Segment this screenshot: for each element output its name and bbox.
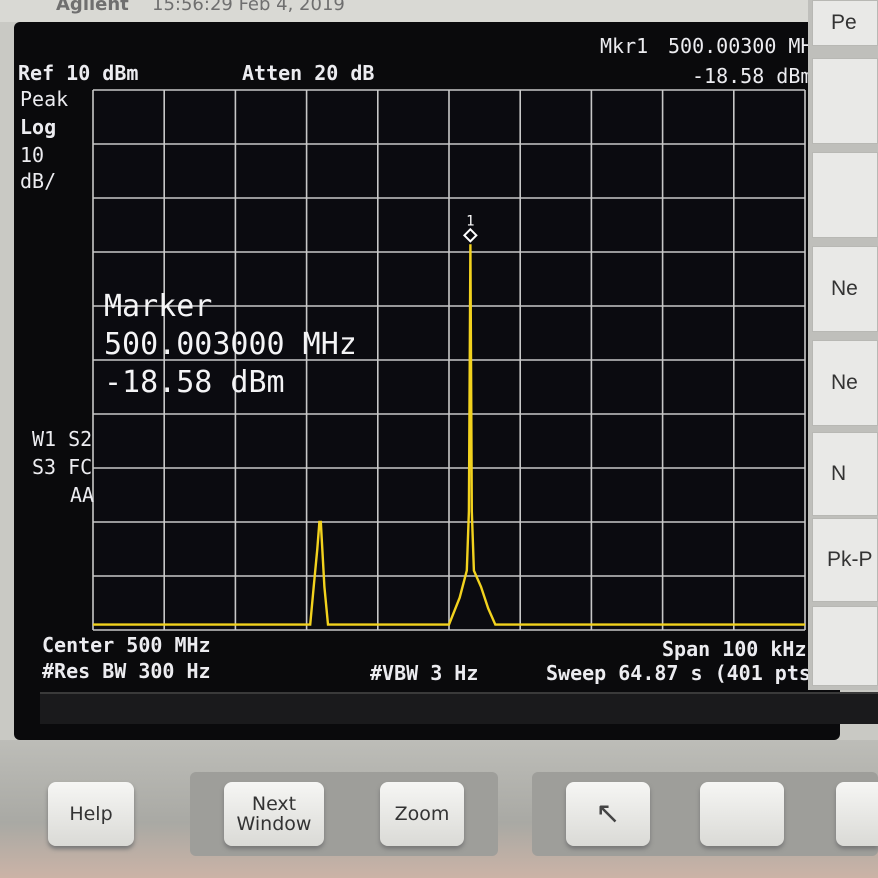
- marker-readout-label: Mkr1: [600, 34, 649, 58]
- atten-label: Atten 20 dB: [242, 61, 375, 85]
- sweep-label: Sweep 64.87 s (401 pts): [546, 661, 823, 685]
- softkey-7[interactable]: Pk-P: [812, 518, 878, 602]
- next-window-button[interactable]: Next Window: [224, 782, 324, 846]
- trace-flags-line2: S3 FC: [32, 455, 93, 479]
- vbw-label: #VBW 3 Hz: [370, 661, 479, 685]
- marker-panel-freq: 500.003000 MHz: [104, 327, 357, 362]
- marker-readout-amp: -18.58 dBm: [692, 64, 813, 88]
- next-window-line1: Next: [251, 793, 297, 815]
- detector-label: Peak: [20, 87, 69, 111]
- softkey-3[interactable]: [812, 152, 878, 238]
- softkey-4[interactable]: Ne: [812, 246, 878, 332]
- scale-mode-label: Log: [20, 115, 57, 139]
- scale-value-label: 10: [20, 143, 45, 167]
- res-bw-label: #Res BW 300 Hz: [42, 659, 211, 683]
- zoom-button[interactable]: Zoom: [380, 782, 464, 846]
- softkey-6[interactable]: N: [812, 432, 878, 516]
- marker-panel-title: Marker: [104, 289, 213, 324]
- marker-number-label: 1: [466, 213, 474, 229]
- help-button[interactable]: Help: [48, 782, 134, 846]
- ref-level-label: Ref 10 dBm: [18, 61, 139, 85]
- next-window-line2: Window: [236, 813, 312, 835]
- marker-readout-freq: 500.00300 MHz: [668, 34, 825, 58]
- front-key-6[interactable]: [836, 782, 878, 846]
- trace-flags-line3: AA: [70, 483, 95, 507]
- trace-flags-line1: W1 S2: [32, 427, 93, 451]
- softkey-8[interactable]: [812, 606, 878, 686]
- arrow-up-left-icon: ↖: [595, 796, 621, 831]
- arrow-up-left-button[interactable]: ↖: [566, 782, 650, 846]
- softkey-1[interactable]: Pe: [812, 0, 878, 46]
- scale-unit-label: dB/: [20, 169, 57, 193]
- marker-panel-amp: -18.58 dBm: [104, 365, 285, 400]
- center-freq-label: Center 500 MHz: [42, 633, 211, 657]
- softkey-2[interactable]: [812, 58, 878, 144]
- span-label: Span 100 kHz: [662, 637, 807, 661]
- softkey-5[interactable]: Ne: [812, 340, 878, 426]
- status-bar: [40, 692, 878, 724]
- front-key-5[interactable]: [700, 782, 784, 846]
